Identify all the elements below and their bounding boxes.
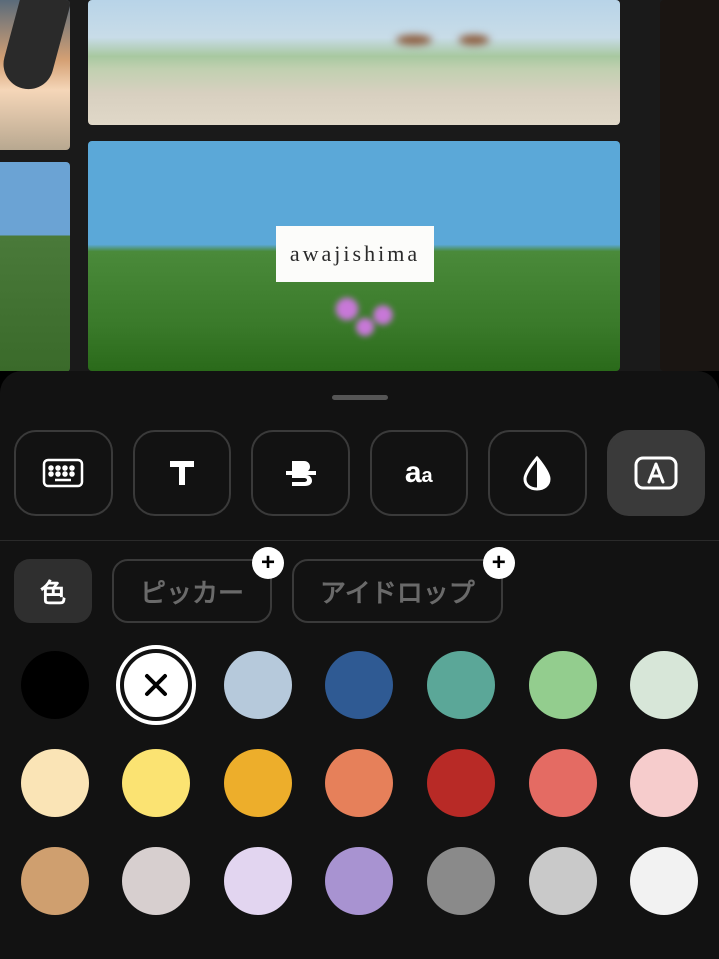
color-mode-tabs: 色 ピッカー + アイドロップ +	[0, 541, 719, 641]
color-button[interactable]	[488, 430, 587, 516]
text-background-button[interactable]	[607, 430, 706, 516]
color-swatch-none[interactable]	[116, 645, 196, 725]
color-swatch-grid	[0, 641, 719, 925]
canvas-area[interactable]: awajishima	[0, 0, 719, 371]
color-swatch[interactable]	[529, 847, 597, 915]
color-swatch[interactable]	[224, 847, 292, 915]
color-swatch[interactable]	[529, 651, 597, 719]
text-size-button[interactable]: aa	[370, 430, 469, 516]
keyboard-icon	[42, 458, 84, 488]
color-swatch[interactable]	[325, 847, 393, 915]
color-swatch[interactable]	[325, 651, 393, 719]
color-swatch[interactable]	[427, 651, 495, 719]
color-swatch[interactable]	[427, 749, 495, 817]
color-swatch[interactable]	[21, 847, 89, 915]
plus-icon: +	[252, 547, 284, 579]
color-swatch[interactable]	[427, 847, 495, 915]
color-swatch[interactable]	[224, 749, 292, 817]
text-background-icon	[634, 456, 678, 490]
photo-main[interactable]	[88, 0, 620, 125]
font-button[interactable]	[133, 430, 232, 516]
color-swatch[interactable]	[122, 749, 190, 817]
strikethrough-icon	[282, 455, 318, 491]
color-swatch[interactable]	[21, 651, 89, 719]
tab-label: アイドロップ	[320, 573, 475, 610]
color-swatch[interactable]	[325, 749, 393, 817]
font-icon	[164, 455, 200, 491]
photo-thumbnail[interactable]	[0, 162, 70, 371]
tab-label: ピッカー	[140, 573, 244, 610]
tab-label: 色	[40, 573, 66, 610]
keyboard-button[interactable]	[14, 430, 113, 516]
photo-thumbnail[interactable]	[0, 0, 70, 150]
color-swatch[interactable]	[224, 651, 292, 719]
color-swatch[interactable]	[21, 749, 89, 817]
drop-icon	[523, 455, 551, 491]
text-size-icon: aa	[405, 456, 433, 490]
color-swatch[interactable]	[630, 847, 698, 915]
tab-eyedrop[interactable]: アイドロップ +	[292, 559, 503, 623]
tab-color[interactable]: 色	[14, 559, 92, 623]
tool-row: aa	[0, 400, 719, 540]
strikethrough-button[interactable]	[251, 430, 350, 516]
photo-thumbnail[interactable]	[660, 0, 719, 371]
text-style-panel: aa 色 ピッカー + アイドロップ +	[0, 371, 719, 959]
color-swatch[interactable]	[122, 847, 190, 915]
plus-icon: +	[483, 547, 515, 579]
color-swatch[interactable]	[630, 651, 698, 719]
color-swatch[interactable]	[529, 749, 597, 817]
color-swatch[interactable]	[630, 749, 698, 817]
tab-picker[interactable]: ピッカー +	[112, 559, 272, 623]
text-overlay[interactable]: awajishima	[276, 226, 434, 282]
close-icon	[124, 653, 188, 717]
